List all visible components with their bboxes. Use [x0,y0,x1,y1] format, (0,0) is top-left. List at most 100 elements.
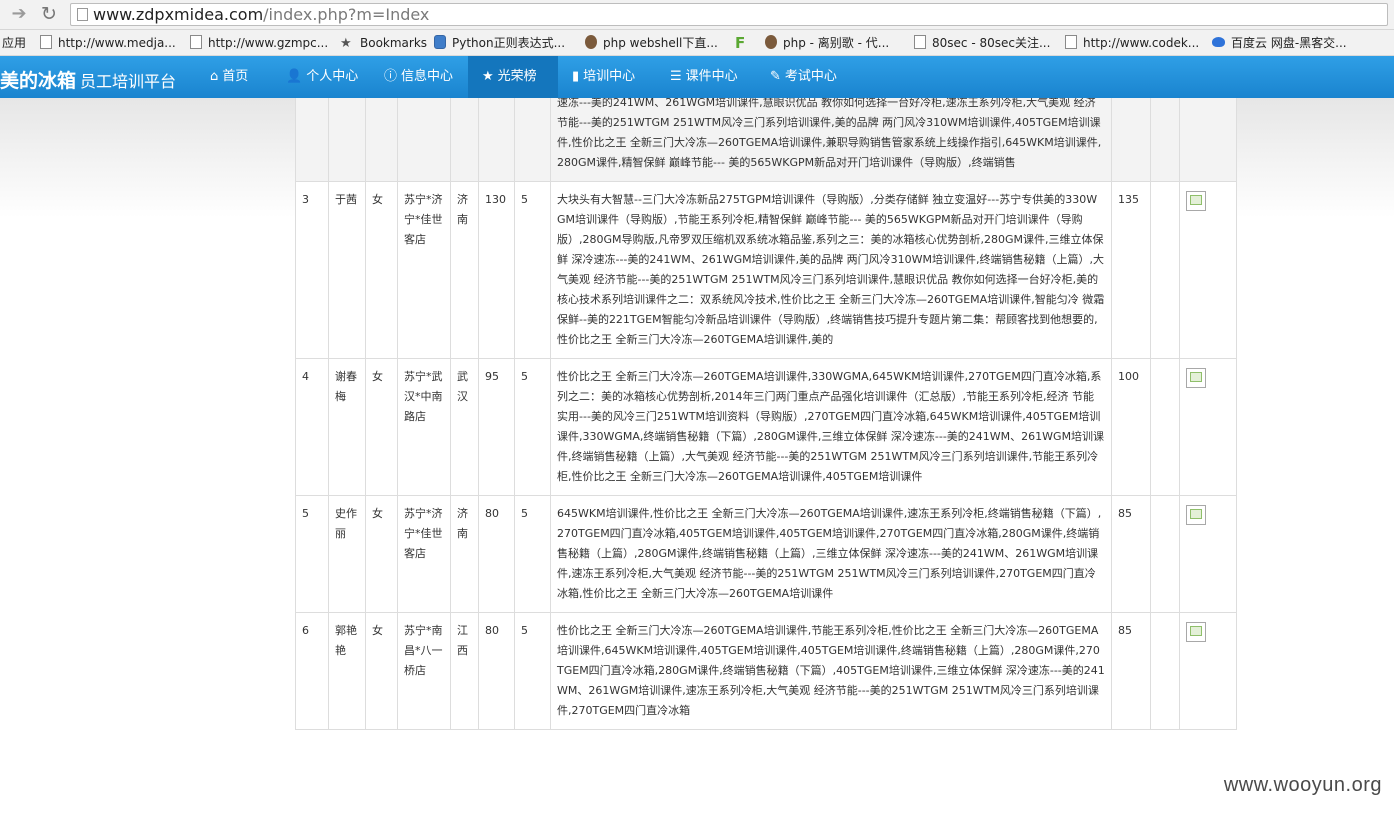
nav-item-label: 培训中心 [583,69,636,84]
cell-total: 135 [1111,181,1151,359]
cell-index: 5 [295,495,329,613]
cell-image [1179,495,1237,613]
bookmark-label: 应用 [2,36,27,50]
cell-count: 5 [514,495,551,613]
url-host: www.zdpxmidea.com [93,5,264,24]
user-icon: 👤 [286,69,303,84]
table-row: 260TGEMA培训课件,终端销售技巧提升专题片第二集：帮顾客找到他想要的,节能… [295,98,1237,182]
cell-total [1111,98,1151,182]
broken-image-icon[interactable] [1186,191,1206,211]
bookmark-label: 80sec - 80sec关注... [932,36,1051,50]
honor-roll-table-container: 260TGEMA培训课件,终端销售技巧提升专题片第二集：帮顾客找到他想要的,节能… [295,98,1237,816]
cell-score: 80 [478,495,515,613]
bookmark-item[interactable]: 80sec - 80sec关注... [914,34,1050,52]
bookmark-label: 百度云 网盘-黑客交... [1231,36,1347,50]
bookmark-item[interactable]: 应用 [2,34,26,52]
bookmark-item[interactable]: Python正则表达式... [434,34,565,52]
cell-total: 85 [1111,612,1151,730]
cell-city: 济南 [450,181,479,359]
star-icon: ★ [340,36,352,51]
brand-logo[interactable]: 美的冰箱 员工培训平台 [0,66,176,93]
nav-item-label: 信息中心 [401,69,454,84]
cell-store: 苏宁*武汉*中南路店 [397,358,451,496]
bookmark-label: Python正则表达式... [452,36,566,50]
bookmark-item[interactable]: php webshell下直... [585,34,718,52]
bookmark-item[interactable]: 百度云 网盘-黑客交... [1212,34,1347,52]
brand-title: 美的冰箱 [0,70,77,92]
cell-gender: 女 [365,495,398,613]
cell-index: 6 [295,612,329,730]
bookmark-item[interactable]: http://www.codek... [1065,34,1199,52]
bookmark-label: http://www.codek... [1083,36,1200,50]
cell-total: 85 [1111,495,1151,613]
info-icon: ⓘ [384,69,398,84]
bookmark-label: php webshell下直... [603,36,718,50]
nav-item-label: 课件中心 [685,69,738,84]
python-icon [434,35,446,49]
table-row: 5 史作丽女苏宁*济宁*佳世客店 济南 80 5 645WKM培训课件,性价比之王 全新三… [295,495,1237,613]
cell-gender: 女 [365,181,398,359]
nav-item[interactable]: 👤 个人中心 [272,56,370,98]
page-icon [77,8,88,21]
bookmark-item[interactable]: F [735,34,753,52]
table-row: 3 于茜女苏宁*济宁*佳世客店 济南 130 5 大块头有大智慧--三门大冷冻新品275T… [295,181,1237,359]
cell-gender [365,98,398,182]
broken-image-icon[interactable] [1186,505,1206,525]
nav-item[interactable]: ☰ 课件中心 [656,56,756,98]
bookmark-item[interactable]: http://www.gzmpc... [190,34,328,52]
cell-courses: 645WKM培训课件,性价比之王 全新三门大冷冻—260TGEMA培训课件,速冻… [550,495,1112,613]
cell-name: 谢春梅 [328,358,366,496]
bookmark-item[interactable]: php - 离别歌 - 代... [765,34,889,52]
nav-item[interactable]: ★ 光荣榜 [468,56,558,98]
honor-roll-table: 260TGEMA培训课件,终端销售技巧提升专题片第二集：帮顾客找到他想要的,节能… [295,98,1237,730]
broken-image-icon[interactable] [1186,368,1206,388]
cell-courses: 性价比之王 全新三门大冷冻—260TGEMA培训课件,节能王系列冷柜,性价比之王… [550,612,1112,730]
monkey-icon [765,35,777,49]
bookmark-label: http://www.medja... [58,36,176,50]
cell-empty [1150,98,1180,182]
reload-icon[interactable]: ↻ [38,3,60,25]
nav-item-label: 光荣榜 [497,69,537,84]
cell-count: 5 [514,612,551,730]
cell-name: 郭艳艳 [328,612,366,730]
nav-item[interactable]: ⌂ 首页 [196,56,272,98]
cell-score: 95 [478,358,515,496]
forward-arrow-icon[interactable]: ➔ [8,3,30,25]
cell-image [1179,358,1237,496]
cell-city: 济南 [450,495,479,613]
cell-gender: 女 [365,612,398,730]
cell-empty [1150,495,1180,613]
cell-courses: 大块头有大智慧--三门大冷冻新品275TGPM培训课件（导购版）,分类存储鲜 独… [550,181,1112,359]
nav-item[interactable]: ⓘ 信息中心 [370,56,468,98]
cell-score: 80 [478,612,515,730]
cell-store: 苏宁*济宁*佳世客店 [397,495,451,613]
bookmark-item[interactable]: http://www.medja... [40,34,176,52]
nav-item-label: 首页 [222,69,249,84]
url-input[interactable]: www.zdpxmidea.com/index.php?m=Index [70,3,1388,26]
nav-item[interactable]: ✎ 考试中心 [756,56,854,98]
monkey-icon [585,35,597,49]
cell-index [295,98,329,182]
cell-city [450,98,479,182]
page-icon [190,35,202,49]
cell-city: 江西 [450,612,479,730]
cell-image [1179,612,1237,730]
cell-index: 3 [295,181,329,359]
brand-subtitle: 员工培训平台 [80,72,177,91]
page-icon [914,35,926,49]
bookmark-label: Bookmarks [360,36,428,50]
page-icon [1065,35,1077,49]
cell-count: 5 [514,358,551,496]
cell-empty [1150,181,1180,359]
bookmark-item[interactable]: ★ Bookmarks [340,34,427,52]
url-path: /index.php?m=Index [263,5,430,24]
book-icon: ▮ [572,69,580,84]
nav-item-label: 考试中心 [784,69,837,84]
cell-courses: 性价比之王 全新三门大冷冻—260TGEMA培训课件,330WGMA,645WK… [550,358,1112,496]
url-text: www.zdpxmidea.com/index.php?m=Index [93,5,429,25]
broken-image-icon[interactable] [1186,622,1206,642]
cell-store [397,98,451,182]
cell-empty [1150,358,1180,496]
cell-count: 5 [514,181,551,359]
nav-item[interactable]: ▮ 培训中心 [558,56,656,98]
